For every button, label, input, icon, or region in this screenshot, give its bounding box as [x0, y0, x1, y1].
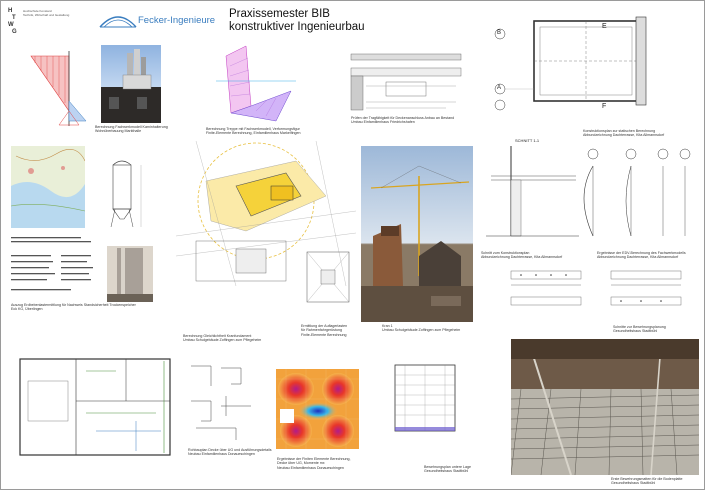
- truss-diagram: [21, 41, 106, 131]
- logo-letter: T: [12, 15, 16, 21]
- htwg-logo: H T W G: [8, 8, 21, 37]
- poster-title: Praxissemester BIB konstruktiver Ingenie…: [229, 8, 365, 33]
- logo-letter: W: [8, 22, 14, 28]
- caption-8: Kran 1 Umbau Schulgebäude Zoffingen zum …: [382, 324, 461, 333]
- rebar-plan: [373, 353, 468, 443]
- silo-drawing: [97, 151, 153, 229]
- logo-letter: G: [12, 29, 17, 35]
- rebar-section-drawings: [501, 263, 699, 323]
- caption-12: Rohbauplan Decke über UG und Ausführungs…: [188, 448, 272, 457]
- seismic-map: [11, 146, 85, 228]
- section-label: SCHNITT 1-1: [515, 138, 540, 143]
- caption-3: Prüfen der Tragfähigkeit für Deckenansch…: [351, 116, 455, 125]
- bridge-logo-icon: [99, 16, 137, 28]
- title-line-2: konstruktiver Ingenieurbau: [229, 20, 365, 33]
- calculation-sheet: [11, 233, 103, 295]
- axis-a-label: A: [497, 85, 502, 91]
- company-name: Fecker-Ingenieure: [138, 15, 216, 26]
- caption-5: Auszug Erdbebenlastermittlung für Nachwe…: [11, 303, 136, 312]
- floor-plan: [16, 351, 176, 461]
- detail-drawings: [181, 356, 261, 444]
- stair-fe-mesh: [206, 41, 306, 126]
- university-text: Hochschule Konstanz Technik, Wirtschaft …: [23, 9, 70, 17]
- silo-photo: [107, 246, 153, 302]
- caption-13: Ergebnisse der Finiten Elemente Berechnu…: [277, 457, 351, 470]
- caption-2: Berechnung Treppe mit Fachwerkmodell, Ve…: [206, 127, 301, 136]
- axis-e-label: E: [602, 23, 607, 30]
- fe-results-diagram: [581, 146, 699, 246]
- caption-11: Schnitte zur Bewehrungsplanung Gesundhei…: [613, 325, 666, 334]
- title-line-1: Praxissemester BIB: [229, 8, 330, 20]
- poster: H T W G Hochschule Konstanz Technik, Wir…: [0, 0, 705, 490]
- chimney-photo: [101, 45, 161, 123]
- caption-14: Bewehrungsplan untere Lage Gesundheitsha…: [424, 465, 471, 474]
- company-logo: Fecker-Ingenieure: [98, 7, 216, 31]
- fe-heatmap: [276, 369, 359, 449]
- axis-f-label: F: [602, 103, 607, 110]
- axis-b-label: B: [497, 30, 502, 36]
- logo-letter: H: [8, 8, 13, 14]
- connection-detail-drawing: [346, 46, 466, 114]
- caption-7: Ermittlung der Auflagerlasten für Rahmen…: [301, 324, 348, 337]
- caption-10: Ergebnisse der EDV-Berechnung des Fachwe…: [597, 251, 686, 260]
- caption-9: Schnitt zum Konstruktionsplan Abbundzeic…: [481, 251, 563, 260]
- construction-plan: B A E F: [486, 9, 699, 119]
- section-drawing: SCHNITT 1-1: [481, 136, 581, 246]
- crane-photo: [361, 146, 473, 322]
- crane-load-diagram: [301, 246, 357, 321]
- caption-15: Erste Bewehrungsmatten für die Bodenplat…: [611, 477, 683, 486]
- caption-6: Berechnung Gleichlichtheit Kranfundament…: [183, 334, 262, 343]
- caption-1: Berechnung Fachwerkmodell Kaminhalterung…: [95, 125, 168, 134]
- rebar-photo: [511, 339, 699, 475]
- caption-4: Konstruktionsplan zur statischen Berechn…: [583, 129, 665, 138]
